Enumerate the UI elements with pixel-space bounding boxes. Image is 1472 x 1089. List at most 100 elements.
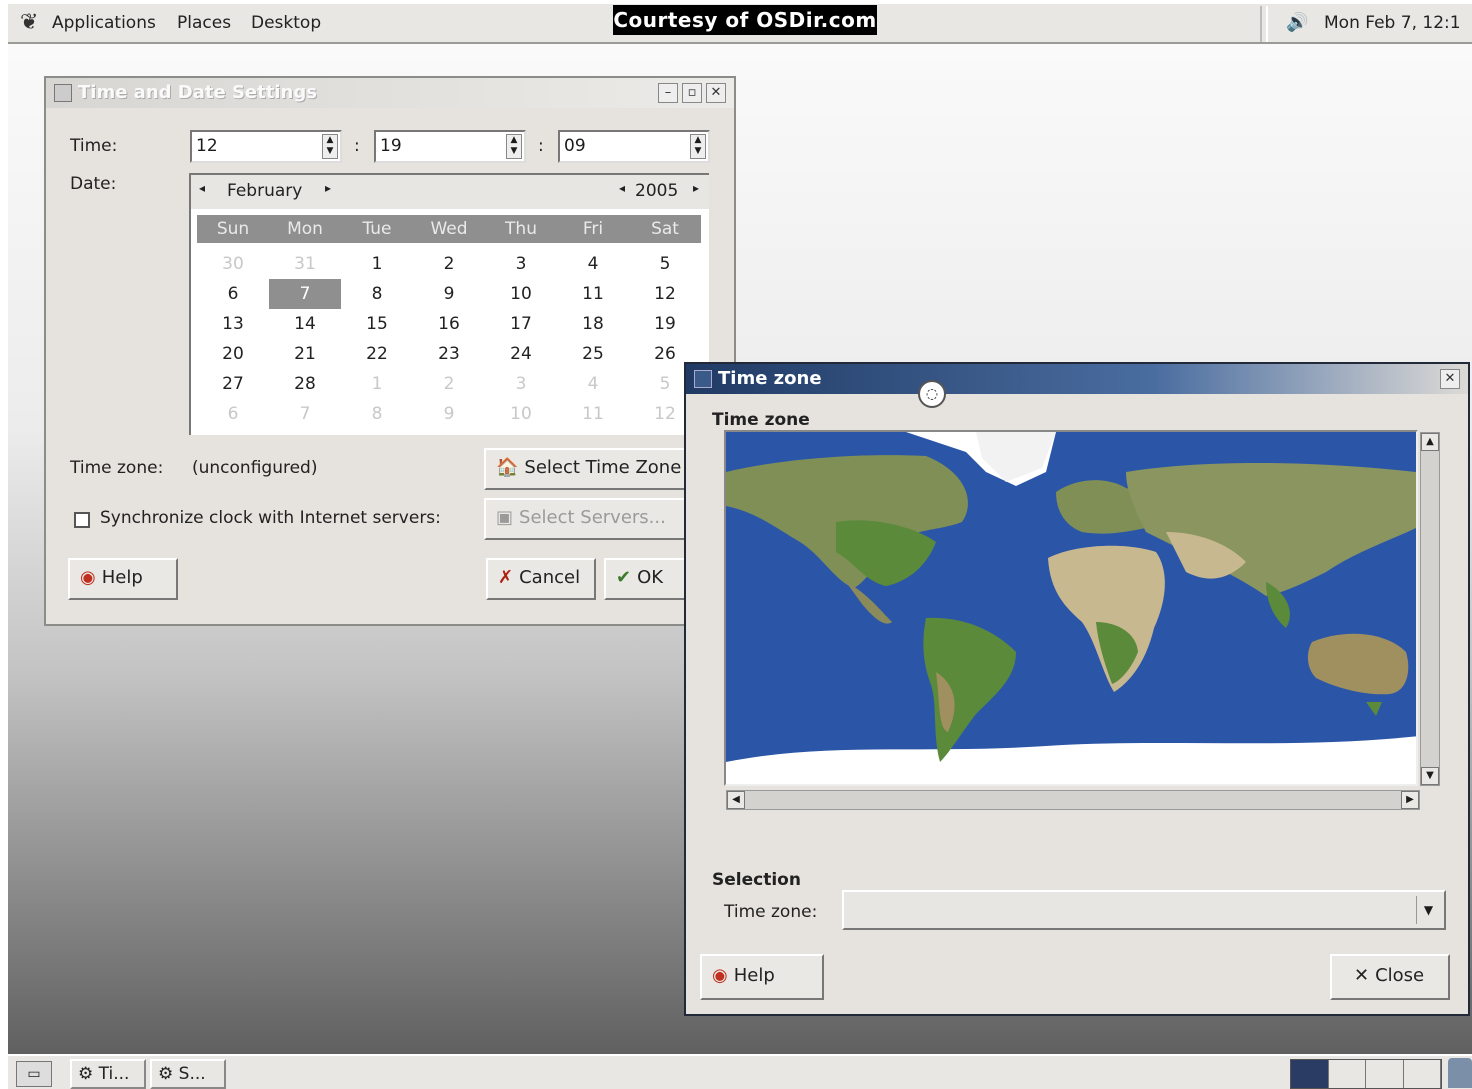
time-separator: : xyxy=(538,136,544,156)
timezone-combo[interactable]: ▼ xyxy=(842,890,1446,930)
taskbar-item-timezone[interactable]: ⚙ S... xyxy=(150,1059,226,1089)
window-title: Time and Date Settings xyxy=(78,82,317,103)
calendar-day[interactable]: 19 xyxy=(629,309,701,339)
calendar-day[interactable]: 7 xyxy=(269,279,341,309)
help-button[interactable]: ◉ Help xyxy=(68,558,178,600)
calendar-day[interactable]: 7 xyxy=(269,399,341,429)
calendar-day[interactable]: 5 xyxy=(629,249,701,279)
calendar-day[interactable]: 20 xyxy=(197,339,269,369)
spin-arrows-icon[interactable]: ▲ ▼ xyxy=(322,134,338,159)
lifebuoy-icon: ◉ xyxy=(80,567,96,588)
menu-places[interactable]: Places xyxy=(177,13,231,33)
menu-desktop[interactable]: Desktop xyxy=(251,13,321,33)
sync-checkbox[interactable] xyxy=(74,512,90,528)
calendar-day[interactable]: 31 xyxy=(269,249,341,279)
calendar-day[interactable]: 27 xyxy=(197,369,269,399)
help-label: Help xyxy=(101,567,143,588)
calendar-day[interactable]: 4 xyxy=(557,249,629,279)
calendar-day[interactable]: 28 xyxy=(269,369,341,399)
calendar-day[interactable]: 1 xyxy=(341,369,413,399)
cancel-button[interactable]: ✗ Cancel xyxy=(486,558,596,600)
close-icon[interactable]: ✕ xyxy=(1440,369,1460,389)
dropdown-arrow-icon[interactable]: ▼ xyxy=(1416,896,1440,924)
window-menu-icon[interactable] xyxy=(54,84,72,102)
panel-clock[interactable]: Mon Feb 7, 12:1 xyxy=(1324,13,1461,33)
maximize-icon[interactable]: ▫ xyxy=(682,83,702,103)
calendar-day[interactable]: 1 xyxy=(341,249,413,279)
weekday-header: Sun Mon Tue Wed Thu Fri Sat xyxy=(197,215,701,243)
next-year-icon[interactable]: ▸ xyxy=(693,181,699,195)
calendar[interactable]: ◂ February ▸ ◂ 2005 ▸ Sun Mon Tue Wed Thu Fri… xyxy=(189,173,709,435)
calendar-day[interactable]: 18 xyxy=(557,309,629,339)
calendar-day[interactable]: 10 xyxy=(485,279,557,309)
select-servers-button[interactable]: ▣ Select Servers... xyxy=(484,498,698,540)
window-titlebar[interactable]: Time zone ✕ xyxy=(686,364,1468,394)
show-desktop-icon[interactable]: ▭ xyxy=(16,1061,52,1087)
trash-icon[interactable] xyxy=(1448,1058,1472,1088)
day-grid[interactable]: 30 31 1 2 3 4 5 6 7 8 9 10 11 12 13 14 15 16 17 18 19 20 21 22 2… xyxy=(197,249,701,429)
calendar-day[interactable]: 10 xyxy=(485,399,557,429)
calendar-day[interactable]: 11 xyxy=(557,279,629,309)
hour-spinbutton[interactable]: 12 ▲ ▼ xyxy=(190,130,342,163)
spin-arrows-icon[interactable]: ▲ ▼ xyxy=(506,134,522,159)
select-timezone-button[interactable]: 🏠 Select Time Zone xyxy=(484,448,698,490)
calendar-day[interactable]: 22 xyxy=(341,339,413,369)
weekday-label: Mon xyxy=(287,219,323,239)
calendar-day[interactable]: 8 xyxy=(341,279,413,309)
scroll-down-icon[interactable]: ▼ xyxy=(1421,767,1439,785)
workspace-3[interactable] xyxy=(1366,1060,1404,1088)
scroll-up-icon[interactable]: ▲ xyxy=(1421,433,1439,451)
calendar-day[interactable]: 9 xyxy=(413,399,485,429)
calendar-day[interactable]: 24 xyxy=(485,339,557,369)
scroll-right-icon[interactable]: ▶ xyxy=(1401,791,1419,809)
calendar-day[interactable]: 30 xyxy=(197,249,269,279)
volume-icon[interactable]: 🔊 xyxy=(1286,12,1308,33)
calendar-day[interactable]: 4 xyxy=(557,369,629,399)
close-button[interactable]: ✕ Close xyxy=(1330,954,1450,1000)
spin-arrows-icon[interactable]: ▲ ▼ xyxy=(690,134,706,159)
calendar-day[interactable]: 14 xyxy=(269,309,341,339)
next-month-icon[interactable]: ▸ xyxy=(325,181,331,195)
calendar-day[interactable]: 3 xyxy=(485,249,557,279)
workspace-1[interactable] xyxy=(1291,1060,1329,1088)
calendar-day[interactable]: 23 xyxy=(413,339,485,369)
second-spinbutton[interactable]: 09 ▲ ▼ xyxy=(558,130,710,163)
window-menu-icon[interactable] xyxy=(694,370,712,388)
select-servers-label: Select Servers... xyxy=(519,507,666,528)
map-horizontal-scrollbar[interactable]: ◀ ▶ xyxy=(726,790,1420,810)
scroll-left-icon[interactable]: ◀ xyxy=(727,791,745,809)
help-button[interactable]: ◉ Help xyxy=(700,954,824,1000)
minimize-icon[interactable]: – xyxy=(658,83,678,103)
menu-applications[interactable]: Applications xyxy=(52,13,156,33)
calendar-day[interactable]: 8 xyxy=(341,399,413,429)
calendar-day[interactable]: 17 xyxy=(485,309,557,339)
calendar-day[interactable]: 16 xyxy=(413,309,485,339)
workspace-2[interactable] xyxy=(1329,1060,1366,1088)
world-map[interactable] xyxy=(724,430,1418,786)
minute-spinbutton[interactable]: 19 ▲ ▼ xyxy=(374,130,526,163)
map-vertical-scrollbar[interactable]: ▲ ▼ xyxy=(1420,432,1440,786)
calendar-day[interactable]: 11 xyxy=(557,399,629,429)
calendar-day[interactable]: 6 xyxy=(197,279,269,309)
calendar-day[interactable]: 13 xyxy=(197,309,269,339)
server-icon: ▣ xyxy=(496,507,514,528)
calendar-header: ◂ February ▸ ◂ 2005 ▸ xyxy=(191,175,709,209)
gnome-foot-icon[interactable]: ❦ xyxy=(20,10,38,35)
prev-year-icon[interactable]: ◂ xyxy=(619,181,625,195)
workspace-switcher[interactable] xyxy=(1290,1059,1442,1089)
calendar-day[interactable]: 2 xyxy=(413,249,485,279)
close-icon[interactable]: ✕ xyxy=(706,83,726,103)
calendar-day[interactable]: 21 xyxy=(269,339,341,369)
workspace-4[interactable] xyxy=(1404,1060,1441,1088)
calendar-day[interactable]: 15 xyxy=(341,309,413,339)
calendar-day[interactable]: 2 xyxy=(413,369,485,399)
prev-month-icon[interactable]: ◂ xyxy=(199,181,205,195)
window-titlebar[interactable]: Time and Date Settings – ▫ ✕ xyxy=(46,78,734,108)
calendar-day[interactable]: 25 xyxy=(557,339,629,369)
select-timezone-label: Select Time Zone xyxy=(524,457,682,478)
calendar-day[interactable]: 12 xyxy=(629,279,701,309)
calendar-day[interactable]: 6 xyxy=(197,399,269,429)
calendar-day[interactable]: 3 xyxy=(485,369,557,399)
taskbar-item-time-date[interactable]: ⚙ Ti... xyxy=(70,1059,146,1089)
calendar-day[interactable]: 9 xyxy=(413,279,485,309)
